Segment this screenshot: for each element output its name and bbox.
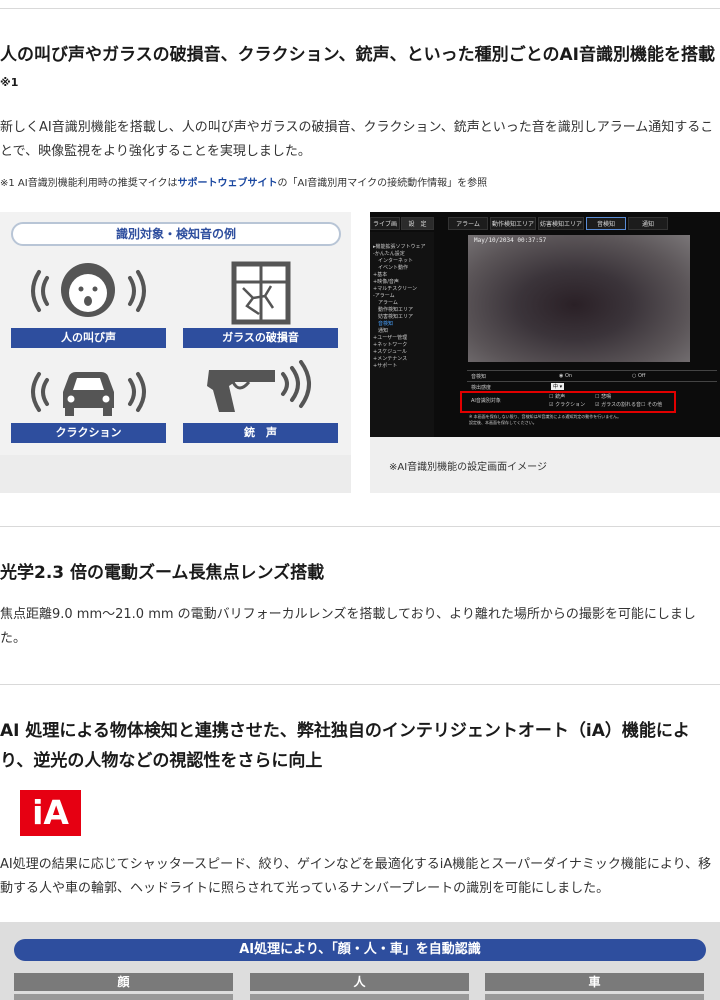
audio-detection-label: 音検知	[471, 374, 487, 380]
car-horn-icon	[31, 372, 146, 416]
camera-preview: May/10/2034 00:37:57	[468, 235, 690, 362]
pistol-icon	[207, 360, 311, 412]
camera-settings-screen: ライブ画 設 定 アラーム 動作検知エリア 妨害検知エリア 音検知 通知 ▸機能…	[370, 212, 720, 437]
ai-target-highlight	[460, 391, 676, 413]
tab-notification: 通知	[628, 217, 668, 230]
support-website-link[interactable]: サポートウェブサイト	[178, 178, 278, 189]
horn-label: クラクション	[11, 423, 166, 443]
settings-sidebar: ▸機能拡張ソフトウェア -かんたん設定 インターネット イベント動作 +基本 +…	[370, 232, 434, 437]
tab-settings: 設 定	[401, 217, 434, 230]
car-photo	[485, 994, 704, 1000]
section3-body: AI処理の結果に応じてシャッタースピード、絞り、ゲインなどを最適化するiA機能と…	[0, 857, 712, 896]
divider-2	[0, 684, 720, 685]
glass-break-label: ガラスの破損音	[183, 328, 338, 348]
section1-footnote: ※1 AI音識別機能利用時の推奨マイクはサポートウェブサイトの「AI音識別用マイ…	[0, 178, 488, 189]
tab-alarm: アラーム	[448, 217, 488, 230]
top-divider	[0, 8, 720, 9]
sidebar-item: ▸機能拡張ソフトウェア	[373, 244, 426, 250]
sensitivity-label: 検出感度	[471, 385, 492, 391]
recognition-title: AI処理により、「顔・人・車」を自動認識	[14, 939, 706, 961]
glass-cell	[183, 256, 338, 326]
heading-footnote-mark: ※1	[0, 76, 19, 89]
form-footnote-2: 設定後、本画面を保存してください。	[469, 420, 537, 425]
sensitivity-select: 中 ▾	[551, 383, 565, 390]
section2-heading: 光学2.3 倍の電動ズーム長焦点レンズ搭載	[0, 563, 325, 583]
audio-off-radio: ○ Off	[632, 373, 646, 379]
section2-body: 焦点距離9.0 mm～21.0 mm の電動バリフォーカルレンズを搭載しており、…	[0, 607, 696, 646]
section1-heading: 人の叫び声やガラスの破損音、クラクション、銃声、といった種別ごとのAI音識別機能…	[0, 45, 715, 89]
ia-logo: iA	[20, 790, 81, 836]
scream-face-icon	[31, 263, 146, 317]
settings-screenshot: ライブ画 設 定 アラーム 動作検知エリア 妨害検知エリア 音検知 通知 ▸機能…	[370, 212, 720, 493]
tab-motion-area: 動作検知エリア	[490, 217, 536, 230]
gunshot-label: 銃 声	[183, 423, 338, 443]
tab-audio-detection: 音検知	[586, 217, 626, 230]
diagram-panel: 識別対象・検知音の例 人の叫び声 ガラスの破損音 クラクション 銃 声	[0, 212, 351, 455]
gunshot-cell	[183, 360, 338, 422]
scream-cell	[11, 256, 166, 326]
sound-types-diagram: 識別対象・検知音の例 人の叫び声 ガラスの破損音 クラクション 銃 声	[0, 212, 351, 493]
section1-body: 新しくAI音識別機能を搭載し、人の叫び声やガラスの破損音、クラクション、銃声とい…	[0, 120, 714, 159]
scream-label: 人の叫び声	[11, 328, 166, 348]
ai-recognition-figure: AI処理により、「顔・人・車」を自動認識 顔 人 車	[0, 922, 720, 1000]
column-car: 車	[485, 973, 704, 991]
broken-glass-icon	[231, 261, 291, 325]
column-face: 顔	[14, 973, 233, 991]
horn-cell	[11, 362, 166, 422]
face-photo	[14, 994, 233, 1000]
tab-live: ライブ画	[370, 217, 400, 230]
audio-on-radio: ◉ On	[559, 373, 573, 379]
section3-heading: AI 処理による物体検知と連携させた、弊社独自のインテリジェントオート（iA）機…	[0, 721, 690, 771]
person-photo	[250, 994, 469, 1000]
diagram-title: 識別対象・検知音の例	[11, 222, 341, 246]
divider-1	[0, 526, 720, 527]
column-person: 人	[250, 973, 469, 991]
screenshot-caption: ※AI音識別機能の設定画面イメージ	[389, 462, 547, 473]
camera-timestamp: May/10/2034 00:37:57	[474, 237, 547, 244]
tab-tamper-area: 妨害検知エリア	[538, 217, 584, 230]
